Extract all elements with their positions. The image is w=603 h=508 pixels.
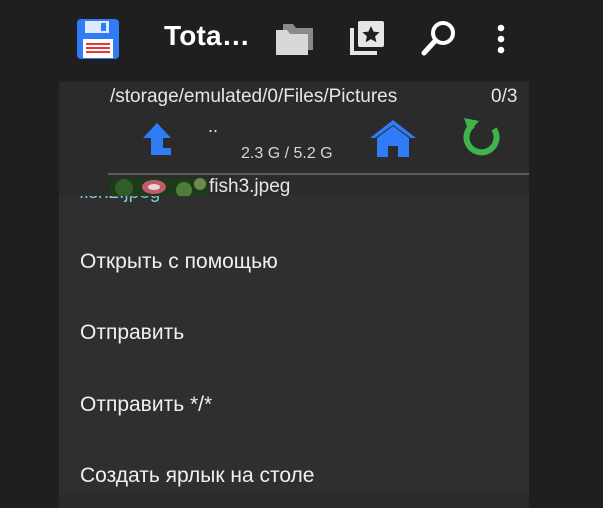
menu-item-create-shortcut[interactable]: Создать ярлык на столе: [59, 446, 529, 494]
menu-header: fish2.jpeg: [79, 196, 160, 204]
menu-item-send-all[interactable]: Отправить */*: [59, 375, 529, 435]
more-vert-icon[interactable]: [495, 24, 507, 59]
app-bar: Tota…: [0, 0, 603, 80]
favorites-icon[interactable]: [349, 20, 385, 61]
panel-divider: [108, 173, 529, 175]
file-thumbnail[interactable]: [110, 178, 208, 198]
search-icon[interactable]: [421, 20, 457, 61]
file-name[interactable]: fish3.jpeg: [209, 176, 290, 196]
folder-icon[interactable]: [275, 22, 315, 61]
refresh-icon[interactable]: [461, 116, 503, 165]
menu-item-open-with[interactable]: Открыть с помощью: [59, 232, 529, 292]
current-path: /storage/emulated/0/Files/Pictures: [110, 86, 398, 107]
selection-count: 0/3: [491, 86, 518, 107]
context-menu: fish2.jpeg Открыть с помощью Отправить О…: [59, 196, 529, 494]
app-title: Tota…: [164, 20, 251, 51]
floppy-disk-icon[interactable]: [76, 18, 120, 65]
up-directory-icon[interactable]: [140, 120, 174, 161]
menu-item-send[interactable]: Отправить: [59, 303, 529, 363]
storage-usage: 2.3 G / 5.2 G: [241, 145, 333, 162]
home-icon[interactable]: [369, 118, 417, 163]
parent-directory[interactable]: ..: [208, 116, 218, 137]
